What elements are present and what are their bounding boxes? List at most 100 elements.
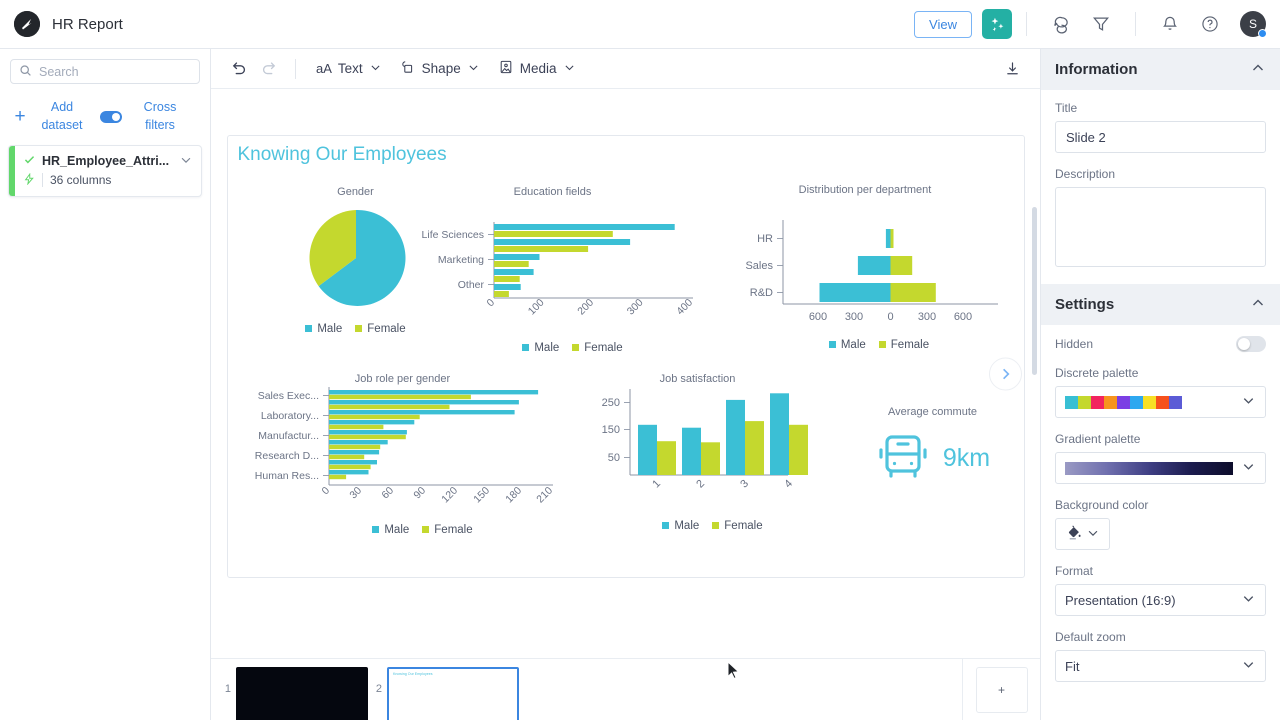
svg-text:200: 200: [575, 297, 596, 318]
search-icon: [19, 64, 32, 80]
chevron-up-icon[interactable]: [1250, 60, 1266, 79]
gradient-palette-select[interactable]: [1055, 452, 1266, 484]
canvas-column: aA Text Shape: [211, 49, 1040, 720]
app-root: HR Report View S: [0, 0, 1280, 720]
svg-text:150: 150: [601, 424, 619, 436]
svg-text:Other: Other: [457, 279, 484, 291]
chevron-down-icon: [369, 61, 382, 77]
settings-section-body: Hidden Discrete palette Gradient palette: [1041, 325, 1280, 696]
title-field-label: Title: [1055, 101, 1266, 115]
cross-filters-toggle[interactable]: [100, 111, 122, 123]
legend-item-male: Male: [305, 323, 342, 335]
svg-text:210: 210: [534, 485, 555, 506]
svg-text:2: 2: [694, 478, 707, 491]
legend-item-male: Male: [662, 520, 699, 532]
next-slide-button[interactable]: [989, 357, 1022, 390]
download-icon[interactable]: [998, 55, 1026, 83]
editor-toolbar: aA Text Shape: [211, 49, 1040, 89]
chevron-down-icon[interactable]: [179, 153, 193, 170]
format-select[interactable]: Presentation (16:9): [1055, 584, 1266, 616]
comment-icon[interactable]: [1046, 9, 1076, 39]
shape-menu-label: Shape: [422, 61, 461, 76]
slide-heading: Knowing Our Employees: [238, 144, 447, 166]
svg-text:Manufactur...: Manufactur...: [258, 430, 319, 442]
format-label: Format: [1055, 564, 1266, 578]
legend-item-male: Male: [372, 524, 409, 536]
chart-satisfaction[interactable]: Job satisfaction 250 150 50: [583, 373, 813, 532]
redo-icon[interactable]: [255, 55, 283, 83]
default-zoom-value: Fit: [1065, 659, 1233, 674]
svg-text:300: 300: [917, 311, 935, 323]
chart-education-bars: Life Sciences Marketing Other: [408, 198, 698, 348]
filter-icon[interactable]: [1086, 9, 1116, 39]
media-menu[interactable]: Media: [490, 55, 584, 82]
search-input[interactable]: [39, 65, 191, 79]
slide-number: 1: [223, 667, 231, 695]
chart-department[interactable]: Distribution per department HR Sales R&D: [723, 184, 1008, 351]
page-title: HR Report: [52, 16, 123, 33]
dataset-columns: 36 columns: [42, 173, 111, 187]
slide-title-input[interactable]: [1055, 121, 1266, 153]
settings-section-header[interactable]: Settings: [1041, 284, 1280, 325]
paint-bucket-icon: [1066, 524, 1083, 544]
slide-thumb-image[interactable]: Knowing Our Employees: [387, 667, 519, 720]
default-zoom-select[interactable]: Fit: [1055, 650, 1266, 682]
slide-description-input[interactable]: [1055, 187, 1266, 267]
kpi-average-commute[interactable]: Average commute: [838, 406, 1028, 485]
svg-text:0: 0: [887, 311, 893, 323]
gradient-palette-swatch: [1065, 462, 1233, 475]
undo-icon[interactable]: [225, 55, 253, 83]
chevron-up-icon[interactable]: [1250, 295, 1266, 314]
slide-thumb-image[interactable]: [236, 667, 368, 720]
legend-item-female: Female: [355, 323, 405, 335]
slide-thumb-2[interactable]: 2 Knowing Our Employees: [374, 667, 519, 720]
avatar-status-dot: [1258, 29, 1267, 38]
svg-text:250: 250: [601, 397, 619, 409]
add-slide-button[interactable]: +: [976, 667, 1028, 713]
canvas-vertical-scrollbar[interactable]: [1032, 207, 1037, 375]
bell-icon[interactable]: [1155, 9, 1185, 39]
chart-department-bars: HR Sales R&D: [723, 196, 1008, 346]
svg-text:HR: HR: [757, 233, 773, 245]
search-box[interactable]: [10, 59, 200, 84]
add-dataset-button[interactable]: Add dataset: [34, 99, 90, 135]
shape-menu[interactable]: Shape: [392, 55, 488, 82]
check-icon: [23, 153, 36, 169]
help-icon[interactable]: [1195, 9, 1225, 39]
chart-jobrole[interactable]: Job role per gender Sales Exec... Labora…: [243, 373, 563, 536]
svg-text:30: 30: [347, 485, 364, 502]
chevron-down-icon: [1241, 591, 1256, 609]
gradient-palette-label: Gradient palette: [1055, 432, 1266, 446]
information-section-header[interactable]: Information: [1041, 49, 1280, 90]
svg-text:Laboratory...: Laboratory...: [260, 410, 318, 422]
chart-education[interactable]: Education fields Life Sciences Marketing…: [408, 186, 698, 354]
svg-text:0: 0: [319, 485, 332, 498]
ai-sparkle-button[interactable]: [982, 9, 1012, 39]
media-menu-label: Media: [520, 61, 557, 76]
discrete-palette-select[interactable]: [1055, 386, 1266, 418]
dataset-card[interactable]: HR_Employee_Attri... 36 columns: [8, 145, 202, 197]
divider: [1026, 12, 1027, 36]
bolt-icon: [23, 173, 35, 188]
avatar[interactable]: S: [1240, 11, 1266, 37]
cross-filters-button[interactable]: Cross filters: [132, 99, 188, 135]
view-button[interactable]: View: [914, 11, 972, 38]
top-bar: HR Report View S: [0, 0, 1280, 49]
background-color-select[interactable]: [1055, 518, 1110, 550]
sigma-logo-icon[interactable]: [14, 11, 40, 37]
description-field-label: Description: [1055, 167, 1266, 181]
chart-jobrole-title: Job role per gender: [243, 373, 563, 385]
text-menu-label: Text: [338, 61, 363, 76]
toolbar-right: [998, 55, 1026, 83]
slide-2-content[interactable]: Knowing Our Employees Gender Male Female: [227, 135, 1025, 578]
svg-text:Life Sciences: Life Sciences: [421, 229, 483, 241]
add-dataset-plus-icon[interactable]: +: [10, 107, 30, 126]
chevron-down-icon: [1241, 657, 1256, 675]
add-slide-panel: +: [962, 659, 1040, 720]
text-menu[interactable]: aA Text: [308, 57, 390, 81]
hidden-toggle[interactable]: [1236, 336, 1266, 352]
text-format-icon: aA: [316, 61, 332, 76]
slide-thumb-title: Knowing Our Employees: [389, 669, 517, 676]
slide-thumb-1[interactable]: 1: [223, 667, 368, 720]
svg-text:120: 120: [439, 485, 460, 506]
